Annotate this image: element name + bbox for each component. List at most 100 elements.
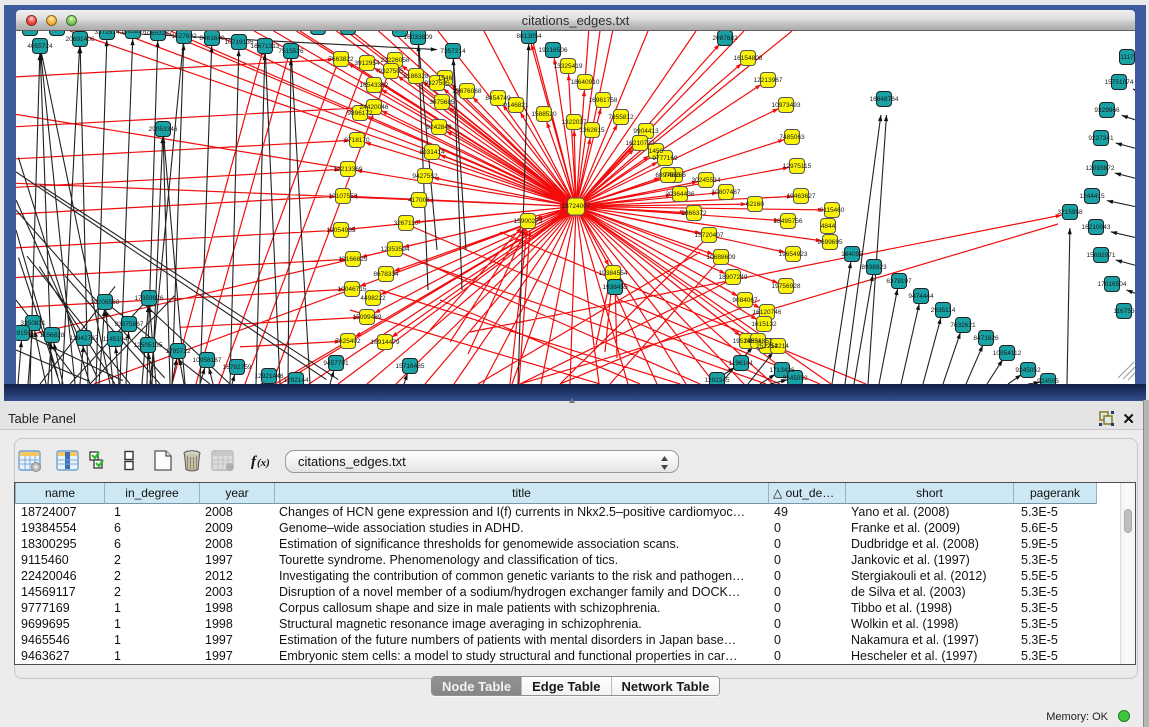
svg-text:29676068: 29676068 xyxy=(453,88,482,95)
svg-text:31057: 31057 xyxy=(391,31,409,33)
svg-text:19756928: 19756928 xyxy=(772,283,801,290)
svg-text:1588520: 1588520 xyxy=(531,111,557,118)
svg-text:10854112: 10854112 xyxy=(993,350,1022,357)
svg-text:9904413: 9904413 xyxy=(633,128,659,135)
svg-text:9327505: 9327505 xyxy=(378,68,404,75)
svg-text:16914479: 16914479 xyxy=(371,339,400,346)
svg-text:8461640: 8461640 xyxy=(199,35,225,42)
svg-text:18495756: 18495756 xyxy=(774,218,803,225)
svg-text:12213369: 12213369 xyxy=(334,166,363,173)
svg-text:9427552: 9427552 xyxy=(412,173,438,180)
svg-text:9245052: 9245052 xyxy=(782,375,808,382)
svg-text:20364436: 20364436 xyxy=(666,191,695,198)
svg-text:10107553: 10107553 xyxy=(329,193,358,200)
svg-text:16210043: 16210043 xyxy=(1082,224,1111,231)
svg-text:1322037: 1322037 xyxy=(561,119,587,126)
svg-text:10807487: 10807487 xyxy=(712,189,741,196)
svg-text:15720407: 15720407 xyxy=(695,232,724,239)
svg-text:2718170: 2718170 xyxy=(344,137,370,144)
svg-text:19654923: 19654923 xyxy=(779,251,808,258)
svg-text:12093872: 12093872 xyxy=(1086,165,1115,172)
svg-text:16543362: 16543362 xyxy=(360,82,389,89)
svg-text:1615132: 1615132 xyxy=(751,321,777,328)
svg-text:12942737: 12942737 xyxy=(70,335,99,342)
svg-text:9699695: 9699695 xyxy=(817,239,843,246)
svg-text:16782759: 16782759 xyxy=(223,364,252,371)
svg-text:12921446: 12921446 xyxy=(255,373,284,380)
svg-text:23226058: 23226058 xyxy=(381,57,410,64)
svg-text:18640910: 18640910 xyxy=(571,79,600,86)
svg-text:29053346: 29053346 xyxy=(149,126,178,133)
svg-text:252214: 252214 xyxy=(767,343,789,350)
svg-text:9242848: 9242848 xyxy=(426,124,452,131)
svg-text:39159: 39159 xyxy=(16,330,31,337)
svg-text:1795722: 1795722 xyxy=(165,348,191,355)
svg-text:16648784: 16648784 xyxy=(870,96,899,103)
svg-text:16033809: 16033809 xyxy=(404,34,433,41)
svg-text:9245052: 9245052 xyxy=(1015,367,1041,374)
svg-text:16120746: 16120746 xyxy=(753,309,782,316)
svg-text:9777169: 9777169 xyxy=(652,155,678,162)
svg-text:16961758: 16961758 xyxy=(589,97,618,104)
svg-text:1065287: 1065287 xyxy=(120,31,146,35)
svg-text:2087682: 2087682 xyxy=(712,35,738,42)
svg-text:16154808: 16154808 xyxy=(734,55,763,62)
svg-text:12213967: 12213967 xyxy=(754,77,783,84)
svg-text:9327505: 9327505 xyxy=(424,80,450,87)
svg-text:16671313: 16671313 xyxy=(251,43,280,50)
svg-text:8031414: 8031414 xyxy=(419,149,445,156)
svg-text:9474444: 9474444 xyxy=(908,293,934,300)
svg-text:1938455: 1938455 xyxy=(602,284,628,291)
svg-text:18724007: 18724007 xyxy=(562,203,591,210)
svg-text:15751074: 15751074 xyxy=(1105,79,1134,86)
svg-text:7632621: 7632621 xyxy=(950,322,976,329)
svg-text:12353594: 12353594 xyxy=(381,246,410,253)
svg-text:9118: 9118 xyxy=(50,31,64,32)
svg-text:20206568: 20206568 xyxy=(91,299,120,306)
svg-text:4844: 4844 xyxy=(821,223,836,230)
svg-text:9227341: 9227341 xyxy=(1088,135,1114,142)
svg-text:19166825: 19166825 xyxy=(339,256,368,263)
svg-text:1244415: 1244415 xyxy=(1079,193,1105,200)
svg-text:17016504: 17016504 xyxy=(1098,281,1127,288)
svg-text:4055724: 4055724 xyxy=(27,43,53,50)
svg-text:19218506: 19218506 xyxy=(539,47,568,54)
svg-text:10973493: 10973493 xyxy=(772,102,801,109)
svg-text:15900273: 15900273 xyxy=(514,218,543,225)
svg-text:12975115: 12975115 xyxy=(783,163,812,170)
svg-text:19054935: 19054935 xyxy=(327,227,356,234)
svg-text:2866372: 2866372 xyxy=(681,210,707,217)
svg-text:10653287: 10653287 xyxy=(144,31,173,37)
svg-text:20691406: 20691406 xyxy=(66,36,95,43)
svg-text:7485063: 7485063 xyxy=(779,134,805,141)
svg-text:1362615: 1362615 xyxy=(579,127,605,134)
svg-text:3912954: 3912954 xyxy=(354,60,380,67)
svg-text:116753: 116753 xyxy=(1113,308,1135,315)
svg-text:3350831: 3350831 xyxy=(20,320,46,327)
svg-text:1292144: 1292144 xyxy=(283,377,309,384)
svg-text:3215958: 3215958 xyxy=(1057,209,1083,216)
svg-text:1117: 1117 xyxy=(1120,54,1134,61)
svg-text:10688609: 10688609 xyxy=(707,254,736,261)
svg-text:15099489: 15099489 xyxy=(353,314,382,321)
svg-text:7955812: 7955812 xyxy=(608,114,634,121)
svg-text:8678334: 8678334 xyxy=(373,271,399,278)
svg-text:9146821: 9146821 xyxy=(503,102,529,109)
svg-text:3267110: 3267110 xyxy=(394,220,419,227)
svg-text:9084067: 9084067 xyxy=(732,297,758,304)
svg-text:1156828: 1156828 xyxy=(40,332,65,339)
svg-text:1292345: 1292345 xyxy=(704,377,730,384)
svg-text:164095: 164095 xyxy=(841,251,863,258)
svg-text:16210722: 16210722 xyxy=(626,140,655,147)
svg-text:62160: 62160 xyxy=(746,201,764,208)
svg-text:1145194: 1145194 xyxy=(103,336,128,343)
svg-text:9457791: 9457791 xyxy=(323,360,349,367)
svg-text:12505135: 12505135 xyxy=(134,342,163,349)
svg-text:6897565: 6897565 xyxy=(655,172,681,179)
svg-text:4498222: 4498222 xyxy=(360,295,386,302)
svg-text:6379197: 6379197 xyxy=(886,278,912,285)
svg-text:17359926: 17359926 xyxy=(135,295,164,302)
svg-text:1196141: 1196141 xyxy=(729,360,754,367)
svg-text:15692971: 15692971 xyxy=(1087,252,1116,259)
svg-text:9329966: 9329966 xyxy=(1094,107,1120,114)
